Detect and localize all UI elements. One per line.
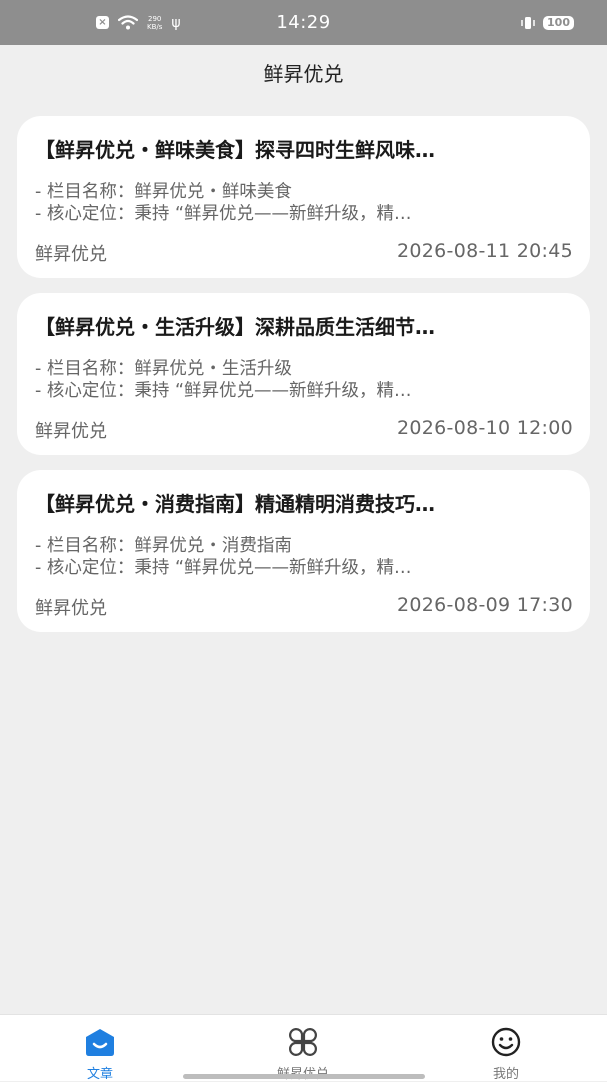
article-card[interactable]: 【鲜昇优兑・鲜味美食】探寻四时生鲜风味… - 栏目名称：鲜昇优兑・鲜味美食 - … — [17, 116, 590, 278]
article-card[interactable]: 【鲜昇优兑・消费指南】精通精明消费技巧… - 栏目名称：鲜昇优兑・消费指南 - … — [17, 470, 590, 632]
article-time: 2026-08-10 12:00 — [396, 417, 573, 439]
article-summary-line: - 核心定位：秉持 “鲜昇优兑——新鲜升级，精… — [35, 381, 412, 401]
status-bar: × 290 KB/s ψ 14:29 100 — [0, 0, 607, 45]
home-indicator[interactable] — [183, 1074, 425, 1079]
tab-articles[interactable]: 文章 — [40, 1015, 160, 1082]
status-time: 14:29 — [276, 12, 331, 33]
article-source: 鲜昇优兑 — [35, 244, 107, 265]
tab-articles-label: 文章 — [86, 1067, 113, 1082]
tab-mine[interactable]: 我的 — [446, 1015, 566, 1082]
article-source: 鲜昇优兑 — [35, 421, 107, 442]
article-title: 【鲜昇优兑・生活升级】深耕品质生活细节… — [35, 315, 435, 339]
page-title: 鲜昇优兑 — [263, 62, 344, 86]
smiley-icon — [491, 1027, 521, 1057]
status-time-wrap: 14:29 — [0, 0, 607, 45]
tab-brand-label: 鲜昇优兑 — [243, 1063, 363, 1082]
tab-brand[interactable]: 鲜昇优兑 — [243, 1015, 363, 1082]
article-card[interactable]: 【鲜昇优兑・生活升级】深耕品质生活细节… - 栏目名称：鲜昇优兑・生活升级 - … — [17, 293, 590, 455]
article-title: 【鲜昇优兑・消费指南】精通精明消费技巧… — [35, 492, 435, 516]
article-source: 鲜昇优兑 — [35, 598, 107, 619]
article-title: 【鲜昇优兑・鲜味美食】探寻四时生鲜风味… — [35, 138, 435, 162]
article-summary-line: - 核心定位：秉持 “鲜昇优兑——新鲜升级，精… — [35, 204, 412, 224]
tab-mine-label: 我的 — [492, 1067, 519, 1082]
clover-grid-icon — [289, 1028, 317, 1056]
article-summary-line: - 核心定位：秉持 “鲜昇优兑——新鲜升级，精… — [35, 558, 412, 578]
home-icon — [86, 1029, 114, 1056]
status-right-icons: 100 — [519, 0, 574, 45]
battery-icon: 100 — [543, 15, 574, 30]
article-time: 2026-08-09 17:30 — [396, 594, 573, 616]
article-time: 2026-08-11 20:45 — [396, 240, 573, 262]
bottom-tab-bar: 文章 鲜昇优兑 我的 — [0, 1014, 607, 1082]
vibrate-icon — [521, 16, 535, 29]
